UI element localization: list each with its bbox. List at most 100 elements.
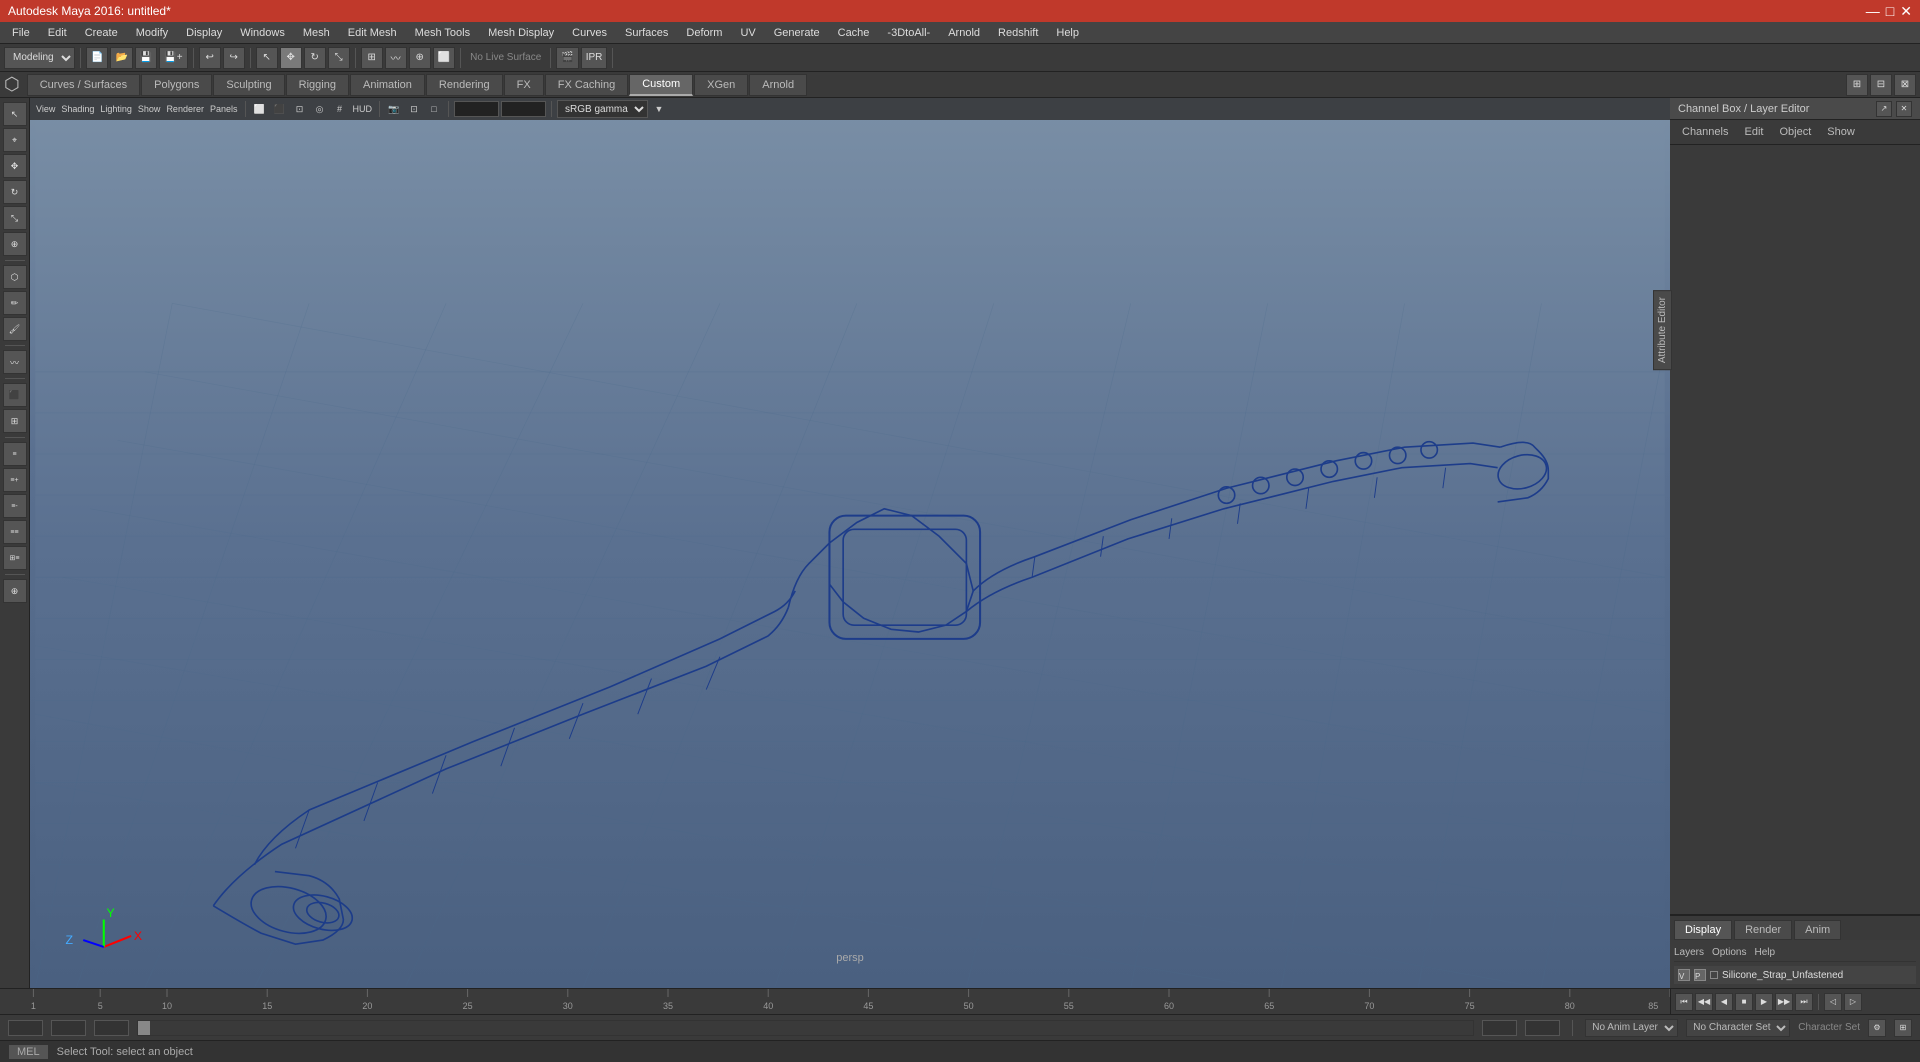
vp-value2-input[interactable]: 1.00 <box>501 101 546 117</box>
time-slider[interactable] <box>137 1020 1474 1036</box>
vp-fit-btn[interactable]: ⊡ <box>405 100 423 118</box>
menu-surfaces[interactable]: Surfaces <box>617 25 676 41</box>
ws-icon-2[interactable]: ⊟ <box>1870 74 1892 96</box>
transform-btn[interactable]: ⊕ <box>3 232 27 256</box>
step-fwd-btn[interactable]: ▶▶ <box>1775 993 1793 1011</box>
layer-name[interactable]: Silicone_Strap_Unfastened <box>1722 970 1843 981</box>
layer-color-swatch[interactable] <box>1710 971 1718 979</box>
display-btn[interactable]: ⬛ <box>3 383 27 407</box>
menu-help[interactable]: Help <box>1048 25 1087 41</box>
vp-renderer-menu[interactable]: Renderer <box>164 100 206 118</box>
scale-tool[interactable]: ⤡ <box>328 47 350 69</box>
menu-3dtoall[interactable]: -3DtoAll- <box>879 25 938 41</box>
timeline[interactable]: 1 5 10 15 20 25 30 35 40 <box>0 989 1670 1014</box>
tab-animation[interactable]: Animation <box>350 74 425 96</box>
workspace-selector[interactable]: Modeling <box>4 47 75 69</box>
vp-xray-btn[interactable]: ⊡ <box>291 100 309 118</box>
vp-frame-btn[interactable]: □ <box>425 100 443 118</box>
lasso-btn[interactable]: ⌖ <box>3 128 27 152</box>
snap-grid-btn[interactable]: ⊞ <box>361 47 383 69</box>
menu-file[interactable]: File <box>4 25 38 41</box>
menu-mesh-display[interactable]: Mesh Display <box>480 25 562 41</box>
menu-display[interactable]: Display <box>178 25 230 41</box>
tab-fx[interactable]: FX <box>504 74 544 96</box>
menu-cache[interactable]: Cache <box>830 25 878 41</box>
snap-point-btn[interactable]: ⊕ <box>409 47 431 69</box>
anim-end-input[interactable]: 200 <box>1525 1020 1560 1036</box>
vp-hud-btn[interactable]: HUD <box>351 100 375 118</box>
snap-surface-btn[interactable]: ⬜ <box>433 47 455 69</box>
save-as-btn[interactable]: 💾+ <box>159 47 187 69</box>
vp-wireframe-btn[interactable]: ⬜ <box>251 100 269 118</box>
vp-isolate-btn[interactable]: ◎ <box>311 100 329 118</box>
layer4-btn[interactable]: ≡≡ <box>3 520 27 544</box>
menu-mesh[interactable]: Mesh <box>295 25 338 41</box>
minimize-button[interactable]: — <box>1866 3 1880 20</box>
layer-visibility[interactable]: V <box>1678 969 1690 981</box>
tab-edit[interactable]: Edit <box>1740 124 1767 140</box>
vp-smooth-btn[interactable]: ⬛ <box>271 100 289 118</box>
play-back-btn[interactable]: ◀ <box>1715 993 1733 1011</box>
stop-btn[interactable]: ■ <box>1735 993 1753 1011</box>
tab-options[interactable]: Options <box>1712 947 1746 958</box>
vp-grid-btn[interactable]: # <box>331 100 349 118</box>
render-btn[interactable]: 🎬 <box>556 47 578 69</box>
vp-lighting-menu[interactable]: Lighting <box>98 100 134 118</box>
tab-render[interactable]: Render <box>1734 920 1792 940</box>
vp-value1-input[interactable]: 0.00 <box>454 101 499 117</box>
tab-layers[interactable]: Layers <box>1674 947 1704 958</box>
panel-float-btn[interactable]: ↗ <box>1876 101 1892 117</box>
menu-redshift[interactable]: Redshift <box>990 25 1046 41</box>
maximize-button[interactable]: □ <box>1886 3 1894 20</box>
play-fwd-btn[interactable]: ▶ <box>1755 993 1773 1011</box>
extra1-btn[interactable]: ⊕ <box>3 579 27 603</box>
menu-create[interactable]: Create <box>77 25 126 41</box>
anim-extra1[interactable]: ◁ <box>1824 993 1842 1011</box>
menu-deform[interactable]: Deform <box>678 25 730 41</box>
anim-layer-selector[interactable]: No Anim Layer <box>1585 1019 1678 1037</box>
move-tool[interactable]: ✥ <box>280 47 302 69</box>
ipr-btn[interactable]: IPR <box>581 47 608 69</box>
script-mode[interactable]: MEL <box>8 1044 49 1060</box>
tab-help[interactable]: Help <box>1754 947 1775 958</box>
extra-btn1[interactable]: ⚙ <box>1868 1019 1886 1037</box>
select-btn[interactable]: ↖ <box>3 102 27 126</box>
menu-uv[interactable]: UV <box>732 25 763 41</box>
menu-edit-mesh[interactable]: Edit Mesh <box>340 25 405 41</box>
tab-rendering[interactable]: Rendering <box>426 74 503 96</box>
menu-edit[interactable]: Edit <box>40 25 75 41</box>
vp-panels-menu[interactable]: Panels <box>208 100 240 118</box>
tab-rigging[interactable]: Rigging <box>286 74 349 96</box>
step-back-btn[interactable]: ◀◀ <box>1695 993 1713 1011</box>
tab-fx-caching[interactable]: FX Caching <box>545 74 628 96</box>
start-frame-input[interactable]: 1 <box>8 1020 43 1036</box>
tab-anim[interactable]: Anim <box>1794 920 1841 940</box>
soft-select-btn[interactable]: ⬡ <box>3 265 27 289</box>
vp-color-mode[interactable]: sRGB gamma <box>557 100 648 118</box>
undo-btn[interactable]: ↩ <box>199 47 221 69</box>
tab-display[interactable]: Display <box>1674 920 1732 940</box>
layer2-btn[interactable]: ≡+ <box>3 468 27 492</box>
layer-playback[interactable]: P <box>1694 969 1706 981</box>
snap-btn[interactable]: ⊞ <box>3 409 27 433</box>
menu-curves[interactable]: Curves <box>564 25 615 41</box>
tab-polygons[interactable]: Polygons <box>141 74 212 96</box>
tab-sculpting[interactable]: Sculpting <box>213 74 284 96</box>
menu-mesh-tools[interactable]: Mesh Tools <box>407 25 478 41</box>
snap-curve-btn[interactable]: 〰 <box>385 47 407 69</box>
layer1-btn[interactable]: ≡ <box>3 442 27 466</box>
layer3-btn[interactable]: ≡- <box>3 494 27 518</box>
menu-windows[interactable]: Windows <box>232 25 293 41</box>
viewport-3d[interactable]: View Shading Lighting Show Renderer Pane… <box>30 98 1670 988</box>
char-set-selector[interactable]: No Character Set <box>1686 1019 1790 1037</box>
menu-generate[interactable]: Generate <box>766 25 828 41</box>
save-file-btn[interactable]: 💾 <box>135 47 157 69</box>
vp-color-btn[interactable]: ▼ <box>650 100 668 118</box>
current-frame-input[interactable]: 1 <box>51 1020 86 1036</box>
tab-channels[interactable]: Channels <box>1678 124 1732 140</box>
range-end-input[interactable]: 120 <box>1482 1020 1517 1036</box>
panel-close-btn[interactable]: ✕ <box>1896 101 1912 117</box>
vp-shading-menu[interactable]: Shading <box>59 100 96 118</box>
vp-view-menu[interactable]: View <box>34 100 57 118</box>
vp-camera-btn[interactable]: 📷 <box>385 100 403 118</box>
